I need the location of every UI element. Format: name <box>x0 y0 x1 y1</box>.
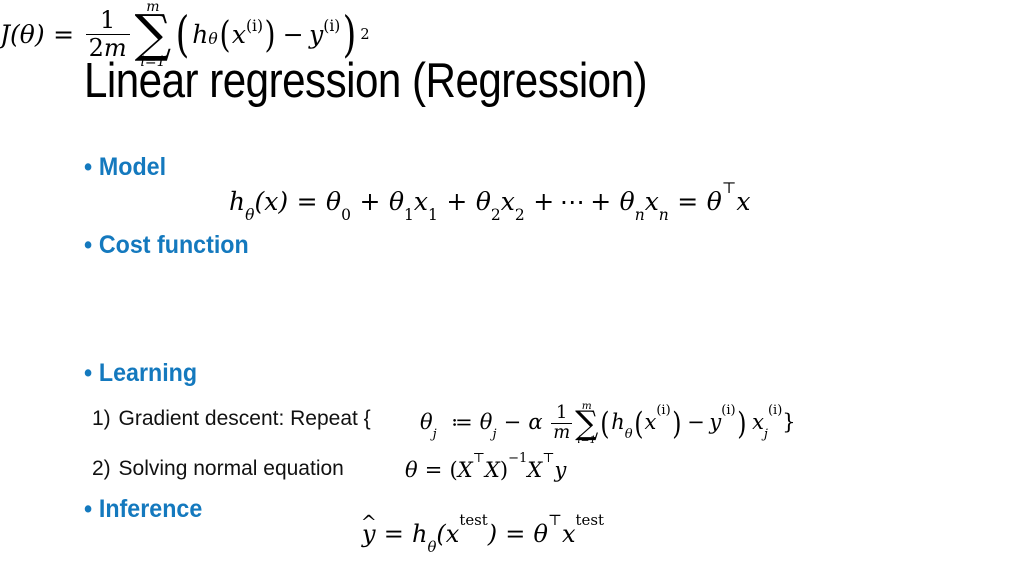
equation-inference: ^ y = hθ(xtest) = θ⊤xtest <box>360 510 604 556</box>
bullet-label-inference: Inference <box>98 495 203 523</box>
learning-item-2-text: Solving normal equation <box>118 457 344 480</box>
bullet-glyph-model: • <box>84 153 93 181</box>
learning-item-1-number: 1) <box>92 407 111 430</box>
page-title: Linear regression (Regression) <box>84 54 648 108</box>
learning-item-normal-equation: 2) Solving normal equation <box>92 456 344 482</box>
learning-item-gradient-descent: 1) Gradient descent: Repeat { <box>92 406 371 432</box>
y-hat-symbol: ^ y <box>360 510 377 548</box>
learning-item-1-text: Gradient descent: Repeat { <box>118 407 371 430</box>
bullet-glyph-learning: • <box>84 359 93 387</box>
equation-gradient-descent: θj≔ θj− α 1 m m ∑ i=1 (hθ(x(i)) − y(i)) xj(i)} <box>420 400 796 447</box>
summation-operator-inline: m ∑ i=1 <box>575 400 599 447</box>
bullet-glyph-inference: • <box>84 495 93 523</box>
bullet-label-cost-function: Cost function <box>98 231 249 259</box>
equation-model: hθ(x) = θ0 + θ1x1 + θ2x2 + ⋯ + θnxn = θ⊤x <box>229 178 751 225</box>
bullet-model: • Model <box>84 152 166 182</box>
bullet-cost-function: • Cost function <box>84 230 249 260</box>
bullet-label-model: Model <box>98 153 167 181</box>
learning-item-2-number: 2) <box>92 457 111 480</box>
slide-canvas: Linear regression (Regression) • Model hθ… <box>0 0 1024 576</box>
fraction-one-over-m: 1 m <box>551 402 573 443</box>
bullet-label-learning: Learning <box>98 359 198 387</box>
bullet-learning: • Learning <box>84 358 197 388</box>
bullet-glyph-cost: • <box>84 231 93 259</box>
equation-normal-equation: θ = (X⊤X)−1X⊤y <box>405 451 567 482</box>
bullet-inference: • Inference <box>84 494 202 524</box>
